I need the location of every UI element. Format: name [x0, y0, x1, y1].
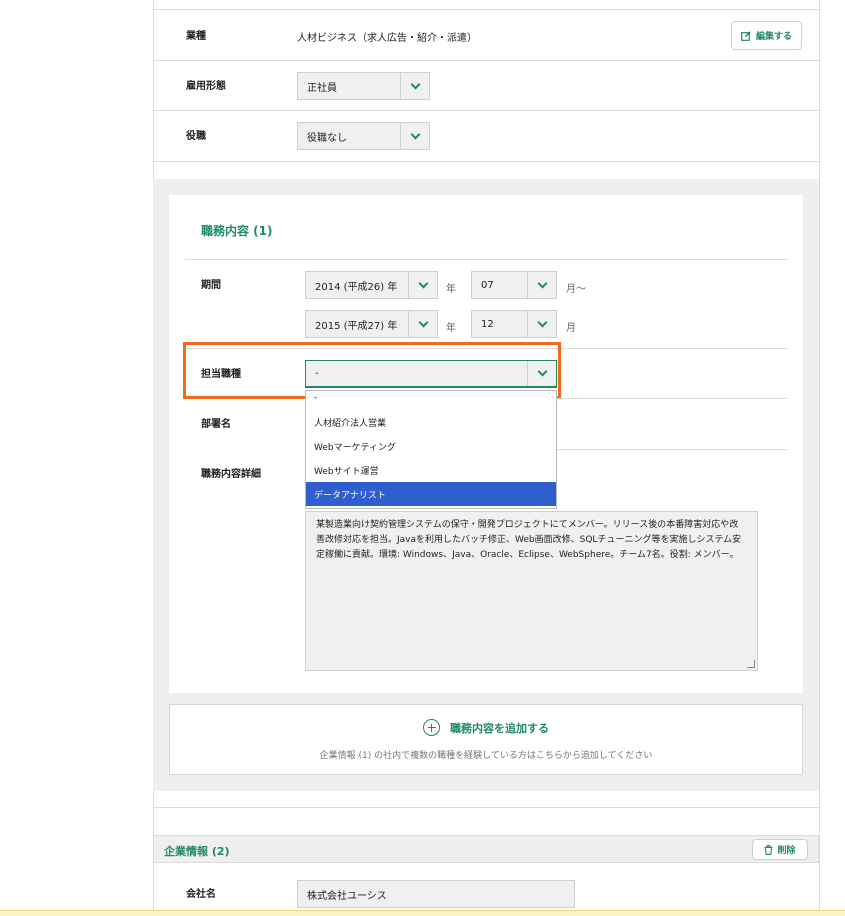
dropdown-option[interactable]: Webマーケティング [306, 434, 556, 458]
chevron-down-icon [400, 73, 429, 99]
company-header: 企業情報 (2) 削除 [153, 835, 819, 863]
dropdown-option[interactable]: 人材紹介法人営業 [306, 410, 556, 434]
start-year-value: 2014 (平成26) 年 [315, 281, 398, 293]
row-divider [557, 449, 787, 450]
dropdown-option[interactable]: Webサイト運営 [306, 458, 556, 482]
add-job-note: 企業情報 (1) の社内で複数の職種を経験している方はこちらから追加してください [319, 751, 653, 761]
row-divider [153, 161, 819, 162]
detail-label: 職務内容詳細 [201, 469, 261, 480]
position-select-value: 役職なし [307, 132, 347, 144]
year-unit: 年 [446, 323, 456, 334]
start-month-select[interactable]: 07 [471, 271, 557, 299]
chevron-down-icon [527, 311, 556, 337]
chevron-down-icon [527, 272, 556, 298]
chevron-down-icon [408, 311, 437, 337]
row-divider [153, 9, 819, 10]
company-name-label: 会社名 [186, 889, 216, 900]
right-divider [819, 0, 820, 916]
company-name-input[interactable]: 株式会社ユーシス [297, 880, 575, 908]
bottom-bar [0, 910, 845, 916]
chevron-down-icon [408, 272, 437, 298]
delete-button[interactable]: 削除 [752, 839, 808, 860]
edit-icon [741, 30, 751, 41]
add-job-label: 職務内容を追加する [450, 721, 549, 735]
delete-button-label: 削除 [777, 846, 796, 856]
employment-select-value: 正社員 [307, 82, 337, 94]
dropdown-option-selected[interactable]: データアナリスト [306, 482, 556, 506]
trash-icon [764, 844, 773, 855]
role-dropdown-list: - 人材紹介法人営業 Webマーケティング Webサイト運営 データアナリスト [305, 390, 557, 509]
employment-label: 雇用形態 [186, 81, 226, 92]
row-divider [557, 398, 787, 399]
company-title: 企業情報 (2) [164, 845, 230, 858]
chevron-down-icon [400, 123, 429, 149]
employment-select[interactable]: 正社員 [297, 72, 430, 100]
start-year-select[interactable]: 2014 (平成26) 年 [305, 271, 438, 299]
row-divider [153, 807, 819, 808]
end-month-select[interactable]: 12 [471, 310, 557, 338]
row-divider [153, 60, 819, 61]
edit-button[interactable]: 編集する [731, 21, 802, 50]
job-section-title: 職務内容 (1) [201, 224, 273, 238]
period-label: 期間 [201, 280, 221, 291]
edit-button-label: 編集する [755, 32, 792, 42]
department-label: 部署名 [201, 419, 231, 430]
start-month-value: 07 [481, 279, 494, 291]
company-name-value: 株式会社ユーシス [307, 890, 387, 902]
plus-circle-icon [423, 719, 440, 736]
resize-handle[interactable] [747, 660, 755, 668]
position-label: 役職 [186, 131, 206, 142]
end-year-value: 2015 (平成27) 年 [315, 320, 398, 332]
row-divider [153, 110, 819, 111]
dropdown-option[interactable]: - [306, 391, 556, 410]
industry-label: 業種 [186, 31, 206, 42]
position-select[interactable]: 役職なし [297, 122, 430, 150]
month-unit: 月〜 [566, 284, 586, 295]
add-job-button[interactable]: 職務内容を追加する 企業情報 (1) の社内で複数の職種を経験している方はこちら… [169, 704, 803, 775]
job-detail-textarea[interactable]: 某製造業向け契約管理システムの保守・開発プロジェクトにてメンバー。リリース後の本… [305, 511, 758, 671]
job-detail-text: 某製造業向け契約管理システムの保守・開発プロジェクトにてメンバー。リリース後の本… [316, 520, 742, 560]
row-divider [185, 259, 787, 260]
end-year-select[interactable]: 2015 (平成27) 年 [305, 310, 438, 338]
year-unit: 年 [446, 284, 456, 295]
end-month-value: 12 [481, 318, 494, 330]
industry-value: 人材ビジネス（求人広告・紹介・派遣） [297, 33, 477, 44]
month-unit: 月 [566, 323, 576, 334]
